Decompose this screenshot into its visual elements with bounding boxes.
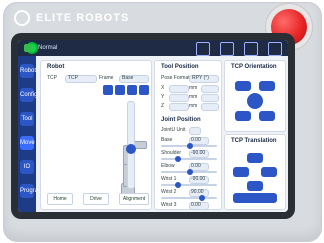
tool-z-value bbox=[169, 103, 189, 111]
slider-knob[interactable] bbox=[175, 182, 181, 188]
logo-icon bbox=[14, 10, 30, 26]
sidebar-item-program[interactable]: Program bbox=[20, 184, 43, 198]
sidebar-item-label: Config bbox=[20, 92, 38, 98]
tool-x-value bbox=[169, 85, 189, 93]
orientation-rotate-down-left-button[interactable] bbox=[235, 111, 251, 121]
tcp-label: TCP bbox=[47, 75, 57, 81]
sidebar-item-io[interactable]: IO bbox=[20, 160, 34, 174]
orientation-rotate-down-right-button[interactable] bbox=[259, 111, 275, 121]
frame-value: Base bbox=[122, 75, 134, 81]
left-sidebar: Robot Config Tool Move IO Program bbox=[18, 56, 43, 212]
zoom-slider-knob[interactable] bbox=[126, 144, 136, 154]
unit-label: mm bbox=[189, 85, 198, 91]
joint-value-text: 0.00 bbox=[191, 137, 201, 143]
joint-name-wrist-3: Wrist 3 bbox=[161, 202, 177, 208]
joint-position-title: Joint Position bbox=[161, 117, 201, 123]
tool-rz-value bbox=[201, 103, 219, 111]
joint-value-text: 0.00 bbox=[191, 202, 201, 208]
axis-label: Z bbox=[161, 103, 165, 109]
screen-bezel: Normal Robot Config Tool Move IO Program bbox=[11, 33, 295, 219]
joint-name-base: Base bbox=[161, 137, 173, 143]
tool-ry-value bbox=[201, 94, 219, 102]
sidebar-item-label: Robot bbox=[20, 68, 37, 74]
joint-name-elbow: Elbow bbox=[161, 163, 175, 169]
unit-label: mm bbox=[189, 103, 198, 109]
home-button[interactable]: Home bbox=[47, 193, 73, 205]
sidebar-item-robot[interactable]: Robot bbox=[20, 64, 37, 78]
pose-format-value: RPY (°) bbox=[192, 75, 209, 81]
main-area: Robot TCP TCP Frame Base Home Drive Alig… bbox=[36, 56, 288, 212]
pose-format-label: Pose Format bbox=[161, 75, 190, 81]
open-icon[interactable] bbox=[244, 42, 258, 56]
top-bar: Normal bbox=[18, 40, 288, 56]
brand: ELITE ROBOTS bbox=[14, 7, 129, 29]
joint-value-text: -90.00 bbox=[191, 176, 206, 182]
brand-name: ELITE ROBOTS bbox=[36, 12, 130, 24]
sidebar-item-move[interactable]: Move bbox=[20, 136, 35, 150]
robot-panel: Robot TCP TCP Frame Base Home Drive Alig… bbox=[40, 60, 152, 210]
robot-teach-pendant: ELITE ROBOTS Normal Robot Config Tool Mo… bbox=[3, 2, 322, 242]
joint-slider-wrist-1[interactable] bbox=[161, 182, 217, 188]
orientation-rotate-right-button[interactable] bbox=[259, 81, 275, 91]
sidebar-item-label: IO bbox=[23, 164, 31, 170]
positions-panel: Tool Position Pose Format RPY (°) X mm Y… bbox=[154, 60, 222, 210]
joint-slider-wrist-2[interactable] bbox=[161, 195, 217, 201]
view-button-2[interactable] bbox=[115, 85, 125, 95]
tool-row-x: X bbox=[161, 85, 164, 91]
translation-up-button[interactable] bbox=[247, 153, 263, 163]
translation-left-button[interactable] bbox=[233, 167, 249, 177]
screen: Normal Robot Config Tool Move IO Program bbox=[18, 40, 288, 212]
sidebar-item-label: Tool bbox=[21, 116, 33, 122]
slider-knob[interactable] bbox=[187, 169, 193, 175]
orientation-rotate-left-button[interactable] bbox=[235, 81, 251, 91]
joint-name-wrist-1: Wrist 1 bbox=[161, 176, 177, 182]
sidebar-item-tool[interactable]: Tool bbox=[20, 112, 34, 126]
tool-row-y: Y bbox=[161, 94, 164, 100]
new-icon[interactable] bbox=[196, 42, 210, 56]
drive-button[interactable]: Drive bbox=[83, 193, 109, 205]
sidebar-item-config[interactable]: Config bbox=[20, 88, 38, 102]
joint-unit-dropdown[interactable] bbox=[189, 127, 201, 135]
tcp-translation-title: TCP Translation bbox=[231, 138, 277, 144]
joint-slider-base[interactable] bbox=[161, 143, 217, 149]
translation-down-button[interactable] bbox=[247, 181, 263, 191]
joint-value-text: -90.00 bbox=[191, 150, 206, 156]
translation-z-buttons[interactable] bbox=[233, 193, 277, 203]
frame-label: Frame bbox=[99, 75, 114, 81]
slider-knob[interactable] bbox=[187, 143, 193, 149]
alignment-button[interactable]: Alignment bbox=[119, 193, 149, 205]
translation-right-button[interactable] bbox=[261, 167, 277, 177]
zoom-slider[interactable] bbox=[126, 101, 136, 189]
tool-y-value bbox=[169, 94, 189, 102]
orientation-center-button[interactable] bbox=[247, 93, 263, 109]
joint-slider-elbow[interactable] bbox=[161, 169, 217, 175]
axis-label: X bbox=[161, 85, 165, 91]
top-actions bbox=[196, 42, 282, 56]
tool-position-title: Tool Position bbox=[161, 64, 199, 70]
tcp-orientation-title: TCP Orientation bbox=[231, 64, 277, 70]
save-icon[interactable] bbox=[268, 42, 282, 56]
axis-label: Y bbox=[161, 94, 165, 100]
status-area: Normal bbox=[24, 44, 57, 52]
unit-label: mm bbox=[189, 94, 198, 100]
slider-knob[interactable] bbox=[199, 195, 205, 201]
sidebar-item-label: Move bbox=[20, 140, 35, 146]
tool-rx-value bbox=[201, 85, 219, 93]
view-button-4[interactable] bbox=[139, 85, 149, 95]
panel-title: Robot bbox=[47, 64, 65, 70]
slider-knob[interactable] bbox=[175, 156, 181, 162]
home-icon[interactable] bbox=[220, 42, 234, 56]
joint-value-text: 0.00 bbox=[191, 163, 201, 169]
joint-name-wrist-2: Wrist 2 bbox=[161, 189, 177, 195]
tcp-orientation-panel: TCP Orientation bbox=[224, 60, 286, 132]
tcp-value: TCP bbox=[68, 75, 78, 81]
tool-row-z: Z bbox=[161, 103, 164, 109]
status-text: Normal bbox=[38, 45, 58, 51]
view-button-3[interactable] bbox=[127, 85, 137, 95]
tcp-translation-panel: TCP Translation bbox=[224, 134, 286, 210]
status-chip bbox=[24, 44, 32, 52]
view-button-1[interactable] bbox=[103, 85, 113, 95]
joint-slider-shoulder[interactable] bbox=[161, 156, 217, 162]
joint-unit-label: JointU Unit bbox=[161, 127, 186, 133]
